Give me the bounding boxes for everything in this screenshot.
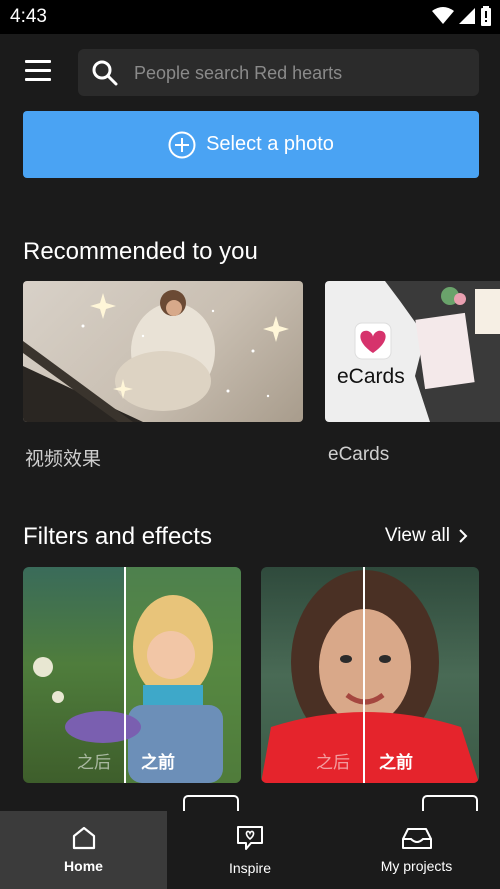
status-bar: 4:43 [0, 0, 500, 34]
recommended-label-video-effects: 视频效果 [25, 449, 102, 470]
ecards-thumbnail [354, 281, 500, 422]
search-icon [92, 60, 118, 86]
recommended-title: Recommended to you [23, 238, 258, 265]
nav-inspire-label: Inspire [228, 860, 272, 876]
ecards-card-title: eCards [337, 365, 405, 388]
nav-home-label: Home [64, 858, 103, 874]
signal-icon [459, 8, 475, 24]
filter-card-2[interactable]: 之后 之前 [261, 567, 479, 783]
compare-divider [124, 567, 126, 783]
bottom-nav: Home Inspire My projects [0, 811, 500, 889]
recommended-card-video-effects[interactable] [23, 281, 303, 422]
battery-icon [481, 6, 491, 26]
status-icons [432, 6, 492, 26]
view-all-label: View all [384, 525, 450, 546]
tag-before: 之前 [141, 753, 175, 772]
tag-after: 之后 [316, 753, 350, 772]
compare-divider [363, 567, 365, 783]
inbox-icon [401, 828, 432, 849]
filter-thumbnail-woman [261, 570, 479, 783]
search-input[interactable]: People search Red hearts [78, 49, 479, 96]
tag-before: 之前 [379, 753, 413, 772]
tag-after: 之后 [77, 753, 111, 772]
nav-my-projects-label: My projects [380, 858, 453, 874]
wifi-icon [432, 7, 454, 24]
heart-chat-icon [237, 826, 263, 850]
recommended-label-ecards: eCards [328, 444, 390, 465]
hamburger-menu-icon[interactable] [25, 60, 53, 82]
nav-inspire[interactable]: Inspire [167, 811, 333, 889]
filter-card-1[interactable]: 之后 之前 [23, 567, 241, 783]
nav-my-projects[interactable]: My projects [333, 811, 500, 889]
filters-title: Filters and effects [23, 523, 212, 550]
select-photo-label: Select a photo [206, 133, 334, 155]
home-icon [72, 826, 95, 850]
filter-thumbnail-child [33, 567, 241, 783]
top-bar: People search Red hearts [0, 34, 500, 110]
status-time: 4:43 [10, 6, 47, 27]
recommended-card-ecards[interactable]: eCards [325, 281, 500, 422]
chevron-right-icon [459, 529, 468, 543]
nav-home[interactable]: Home [0, 811, 167, 889]
view-all-link[interactable]: View all [385, 525, 468, 547]
select-photo-button[interactable]: Select a photo [23, 111, 479, 178]
video-effects-thumbnail [23, 290, 289, 422]
search-placeholder: People search Red hearts [134, 63, 343, 83]
add-circle-icon [168, 131, 196, 158]
